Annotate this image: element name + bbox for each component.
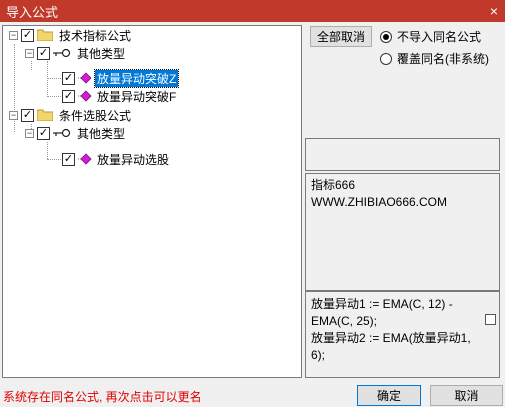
formula-panel: 放量异动1 := EMA(C, 12) - EMA(C, 25); 放量异动2 …	[305, 291, 500, 378]
info-line-2: WWW.ZHIBIAO666.COM	[311, 195, 448, 209]
collapse-icon[interactable]: −	[9, 110, 18, 120]
window-title: 导入公式	[6, 4, 59, 20]
close-icon[interactable]: ×	[483, 0, 505, 22]
cancel-button[interactable]: 取消	[430, 385, 503, 406]
tree-node-formula-f[interactable]: ✓ 放量异动突破F	[62, 87, 178, 105]
formula-icon	[78, 153, 92, 165]
tree-node-label: 放量异动突破Z	[93, 68, 180, 88]
collapse-icon[interactable]: −	[9, 30, 18, 40]
tree-node-label: 技术指标公式	[59, 28, 132, 43]
checkbox[interactable]: ✓	[37, 46, 50, 60]
tree-node-screening[interactable]: − ✓ 条件选股公式	[9, 106, 133, 124]
formula-line-2: EMA(C, 25);	[311, 314, 378, 328]
collapse-icon[interactable]: −	[25, 128, 34, 138]
radio-label: 不导入同名公式	[397, 30, 482, 44]
tree-node-label: 条件选股公式	[59, 108, 132, 123]
checkbox[interactable]: ✓	[21, 28, 34, 42]
checkbox[interactable]: ✓	[21, 108, 34, 122]
key-icon	[53, 48, 71, 58]
formula-tree: − ✓ 技术指标公式 − ✓ 其他类型 ✓ 放量异动突破Z ✓ 放量异动突破F	[2, 25, 302, 378]
radio-unchecked-icon[interactable]	[380, 52, 392, 65]
tree-node-other-type-1[interactable]: − ✓ 其他类型	[25, 44, 127, 62]
formula-line-4: 6);	[311, 348, 326, 362]
tree-node-label: 其他类型	[77, 126, 126, 141]
ok-button[interactable]: 确定	[357, 385, 421, 406]
formula-icon	[78, 90, 92, 102]
title-bar: 导入公式 ×	[0, 0, 505, 22]
tree-node-label: 其他类型	[77, 46, 126, 61]
radio-overwrite-same-name[interactable]: 覆盖同名(非系统)	[380, 50, 489, 67]
status-message: 系统存在同名公式, 再次点击可以更名	[3, 390, 202, 404]
info-line-1: 指标666	[311, 178, 356, 192]
tree-node-formula-z[interactable]: ✓ 放量异动突破Z	[62, 68, 180, 88]
checkbox[interactable]	[485, 314, 496, 325]
formula-line-1: 放量异动1 := EMA(C, 12) -	[311, 297, 453, 311]
formula-icon	[78, 72, 92, 84]
empty-panel	[305, 138, 500, 171]
tree-node-other-type-2[interactable]: − ✓ 其他类型	[25, 124, 127, 142]
radio-checked-icon[interactable]	[380, 30, 392, 43]
key-icon	[53, 128, 71, 138]
radio-skip-same-name[interactable]: 不导入同名公式	[380, 28, 481, 45]
tree-node-formula-screen[interactable]: ✓ 放量异动选股	[62, 150, 171, 168]
tree-node-label: 放量异动突破F	[97, 89, 177, 104]
folder-icon	[37, 109, 53, 121]
deselect-all-button[interactable]: 全部取消	[310, 26, 372, 47]
checkbox[interactable]: ✓	[62, 152, 75, 166]
tree-node-label: 放量异动选股	[97, 152, 170, 167]
formula-line-3: 放量异动2 := EMA(放量异动1,	[311, 331, 471, 345]
info-panel: 指标666 WWW.ZHIBIAO666.COM	[305, 173, 500, 291]
radio-label: 覆盖同名(非系统)	[397, 52, 489, 66]
collapse-icon[interactable]: −	[25, 48, 34, 58]
checkbox[interactable]: ✓	[37, 126, 50, 140]
folder-icon	[37, 29, 53, 41]
tree-node-indicators[interactable]: − ✓ 技术指标公式	[9, 26, 133, 44]
checkbox[interactable]: ✓	[62, 71, 75, 85]
checkbox[interactable]: ✓	[62, 89, 75, 103]
